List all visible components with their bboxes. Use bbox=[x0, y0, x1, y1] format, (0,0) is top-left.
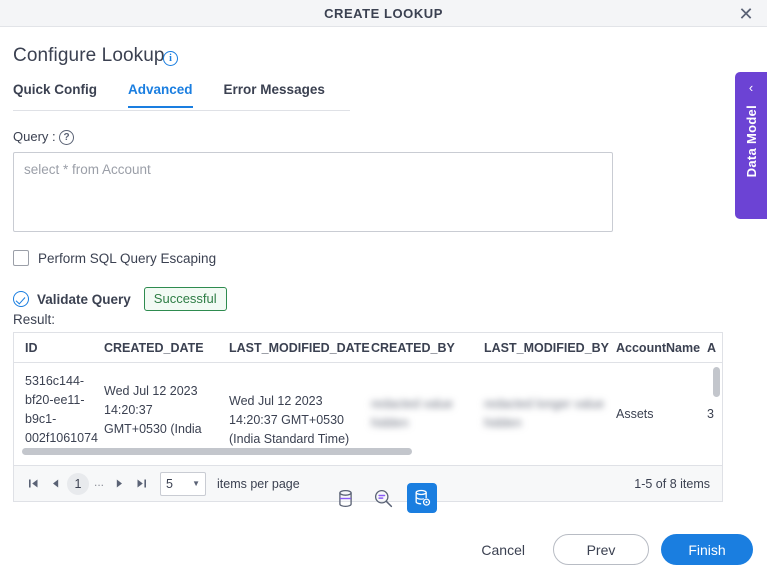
page-title: Configure Lookup bbox=[13, 45, 165, 66]
column-header-a[interactable]: A bbox=[707, 333, 716, 362]
column-header-created-date[interactable]: CREATED_DATE bbox=[104, 333, 204, 362]
tab-error-messages[interactable]: Error Messages bbox=[224, 79, 325, 108]
status-badge: Successful bbox=[143, 287, 227, 311]
tab-bar: Quick Config Advanced Error Messages bbox=[13, 79, 350, 111]
tab-quick-config[interactable]: Quick Config bbox=[13, 79, 97, 108]
create-lookup-dialog: CREATE LOOKUP ✕ Configure Lookup i Quick… bbox=[0, 0, 767, 572]
check-circle-icon bbox=[13, 291, 29, 307]
checkbox-box bbox=[13, 250, 29, 266]
cell-created-date: Wed Jul 12 2023 14:20:37 GMT+0530 (India bbox=[104, 384, 202, 436]
query-label: Query : bbox=[13, 129, 56, 144]
bottom-icon-toolbar bbox=[0, 477, 767, 519]
dialog-titlebar: CREATE LOOKUP ✕ bbox=[0, 0, 767, 27]
table-body: 5316c144- bf20-ee11- b9c1- 002f1061074 W… bbox=[14, 363, 722, 456]
cell-created-by: redacted value hidden bbox=[371, 397, 454, 430]
dialog-content: Configure Lookup i Quick Config Advanced… bbox=[0, 27, 767, 527]
close-icon[interactable]: ✕ bbox=[735, 3, 757, 25]
cell-last-modified-by: redacted longer value hidden bbox=[484, 397, 605, 430]
table-header-row: ID CREATED_DATE LAST_MODIFIED_DATE CREAT… bbox=[14, 333, 722, 363]
finish-button[interactable]: Finish bbox=[661, 534, 753, 565]
cell-a: 3 bbox=[707, 407, 714, 421]
dialog-title: CREATE LOOKUP bbox=[324, 6, 443, 21]
column-header-account-name[interactable]: AccountName bbox=[616, 333, 700, 362]
database-configure-icon[interactable] bbox=[406, 483, 437, 513]
help-icon[interactable]: ? bbox=[59, 130, 74, 145]
prev-button[interactable]: Prev bbox=[553, 534, 649, 565]
dialog-footer: Cancel Prev Finish bbox=[0, 527, 767, 572]
result-label: Result: bbox=[13, 312, 56, 327]
query-input[interactable]: select * from Account bbox=[13, 152, 613, 232]
cell-id: 5316c144- bf20-ee11- b9c1- 002f1061074 bbox=[25, 374, 98, 445]
cell-account-name: Assets bbox=[616, 407, 654, 421]
query-placeholder: select * from Account bbox=[24, 162, 151, 177]
horizontal-scrollbar-thumb[interactable] bbox=[22, 448, 412, 455]
column-header-last-modified-by[interactable]: LAST_MODIFIED_BY bbox=[484, 333, 609, 362]
data-model-label: Data Model bbox=[743, 105, 759, 178]
search-query-icon[interactable] bbox=[369, 483, 399, 513]
column-header-created-by[interactable]: CREATED_BY bbox=[371, 333, 455, 362]
vertical-scrollbar[interactable] bbox=[713, 367, 720, 397]
data-model-panel-toggle[interactable]: ‹ Data Model bbox=[735, 72, 767, 219]
cancel-button[interactable]: Cancel bbox=[475, 541, 531, 559]
column-header-last-modified-date[interactable]: LAST_MODIFIED_DATE bbox=[229, 333, 370, 362]
horizontal-scrollbar-track bbox=[14, 447, 722, 456]
info-icon[interactable]: i bbox=[163, 51, 178, 66]
checkbox-label: Perform SQL Query Escaping bbox=[38, 250, 217, 266]
validate-query-button[interactable]: Validate Query bbox=[37, 292, 131, 307]
tab-advanced[interactable]: Advanced bbox=[128, 79, 193, 108]
perform-sql-escaping-checkbox[interactable]: Perform SQL Query Escaping bbox=[13, 250, 216, 266]
column-header-id[interactable]: ID bbox=[25, 333, 38, 362]
validate-query-row: Validate Query Successful bbox=[13, 287, 227, 311]
database-icon[interactable] bbox=[331, 483, 361, 513]
chevron-left-icon: ‹ bbox=[748, 80, 754, 95]
cell-last-modified-date: Wed Jul 12 2023 14:20:37 GMT+0530 (India… bbox=[229, 394, 350, 446]
